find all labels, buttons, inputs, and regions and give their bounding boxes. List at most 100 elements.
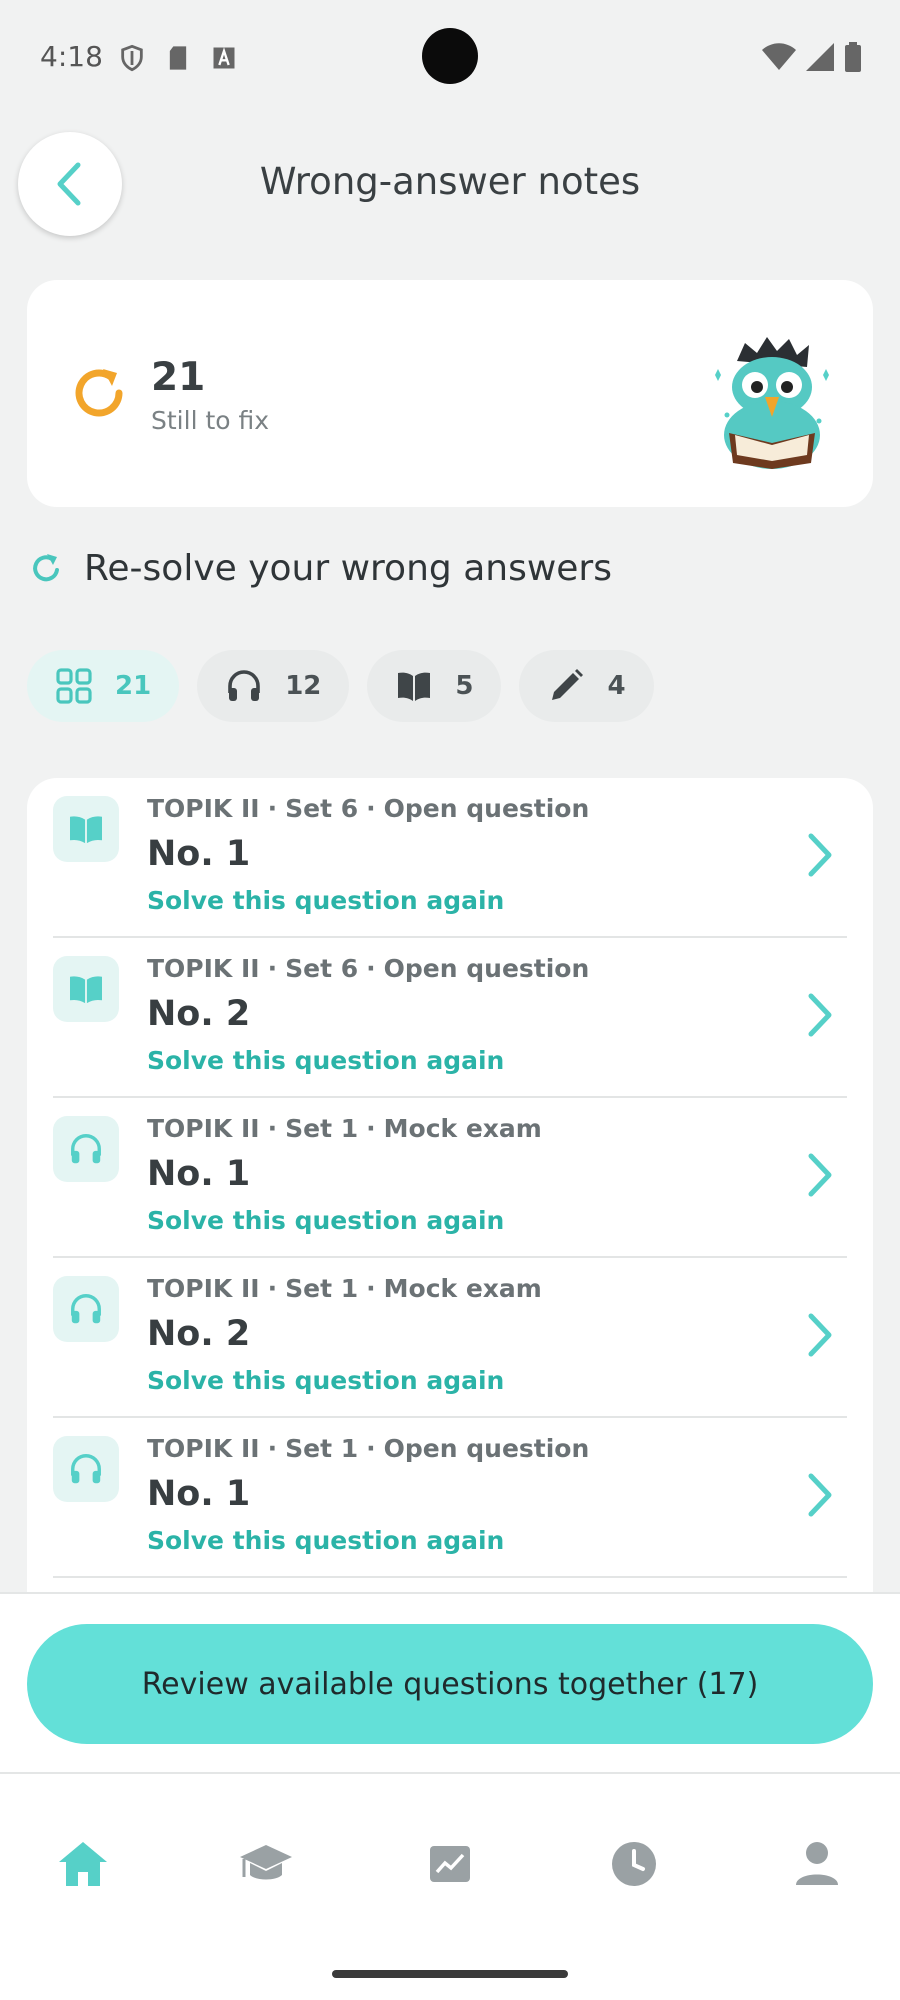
- solve-again-link[interactable]: Solve this question again: [147, 1206, 504, 1235]
- chevron-right-icon: [808, 1473, 832, 1517]
- sd-card-icon: [169, 46, 187, 70]
- exam-name: TOPIK II: [147, 1274, 260, 1303]
- wifi-icon: [762, 43, 796, 70]
- headphones-icon: [71, 1134, 101, 1164]
- question-row[interactable]: TOPIK II · Set 1 · Open question No. 1 Solve…: [53, 1418, 847, 1578]
- chart-icon: [430, 1846, 470, 1882]
- question-type: Open question: [383, 1434, 590, 1463]
- home-icon: [59, 1842, 107, 1886]
- row-icon-box: [53, 1116, 119, 1182]
- meta-separator: ·: [366, 1434, 376, 1463]
- filter-writing-count: 4: [607, 671, 626, 701]
- solve-again-link[interactable]: Solve this question again: [147, 1046, 504, 1075]
- row-icon-box: [53, 956, 119, 1022]
- tab-home[interactable]: [53, 1834, 113, 1894]
- question-meta: TOPIK II · Set 1 · Mock exam: [147, 1274, 542, 1303]
- tab-profile[interactable]: [787, 1834, 847, 1894]
- question-meta: TOPIK II · Set 1 · Open question: [147, 1434, 589, 1463]
- question-row[interactable]: TOPIK II · Set 1 · Mock exam No. 1 Solve thi…: [53, 1098, 847, 1258]
- chevron-right-icon: [808, 1153, 832, 1197]
- meta-separator: ·: [267, 794, 278, 823]
- refresh-icon: [75, 369, 123, 417]
- headphones-icon: [71, 1454, 101, 1484]
- filter-listening-chip[interactable]: 12: [197, 650, 350, 722]
- question-row[interactable]: TOPIK II · Set 1 · Mock exam No. 2 Solve thi…: [53, 1258, 847, 1418]
- set-name: Set 1: [285, 1274, 359, 1303]
- section-heading: Re-solve your wrong answers: [28, 548, 612, 589]
- graduation-cap-icon: [240, 1845, 292, 1880]
- bottom-action-panel: Review available questions together (17): [0, 1592, 900, 1772]
- question-number: No. 1: [147, 834, 251, 874]
- meta-separator: ·: [267, 1434, 278, 1463]
- status-icons-right: [762, 42, 862, 72]
- still-to-fix-count: 21: [151, 355, 206, 400]
- question-row[interactable]: TOPIK II · Set 6 · Open question No. 1 Solve…: [53, 778, 847, 938]
- tab-history[interactable]: [604, 1834, 664, 1894]
- summary-card: 21 Still to fix: [27, 280, 873, 507]
- profile-icon: [796, 1842, 838, 1885]
- row-icon-box: [53, 1436, 119, 1502]
- filter-chips: 21 12 5 4: [27, 650, 654, 722]
- chevron-right-icon: [808, 1313, 832, 1357]
- question-meta: TOPIK II · Set 6 · Open question: [147, 954, 589, 983]
- still-to-fix-label: Still to fix: [151, 406, 270, 435]
- battery-icon: [845, 42, 861, 72]
- filter-all-chip[interactable]: 21: [27, 650, 180, 722]
- refresh-icon: [33, 553, 59, 581]
- shield-icon: [121, 44, 143, 72]
- solve-again-link[interactable]: Solve this question again: [147, 1526, 504, 1555]
- question-row[interactable]: TOPIK II · Set 6 · Open question No. 2 Solve…: [53, 938, 847, 1098]
- meta-separator: ·: [366, 1114, 376, 1143]
- solve-again-link[interactable]: Solve this question again: [147, 1366, 504, 1395]
- headphones-icon: [71, 1294, 101, 1324]
- status-bar: 4:18: [0, 0, 900, 115]
- section-title: Re-solve your wrong answers: [84, 548, 612, 589]
- question-type: Open question: [383, 794, 590, 823]
- question-number: No. 2: [147, 1314, 251, 1354]
- filter-writing-chip[interactable]: 4: [519, 650, 654, 722]
- exam-name: TOPIK II: [147, 1434, 260, 1463]
- bird-mascot-illustration: [715, 337, 829, 469]
- filter-reading-chip[interactable]: 5: [367, 650, 502, 722]
- signal-icon: [806, 43, 834, 71]
- meta-separator: ·: [267, 954, 278, 983]
- review-together-button[interactable]: Review available questions together (17): [27, 1624, 873, 1744]
- font-icon: [213, 47, 235, 69]
- filter-reading-count: 5: [455, 671, 474, 701]
- page-title: Wrong-answer notes: [259, 160, 641, 203]
- home-indicator: [332, 1970, 568, 1978]
- filter-all-count: 21: [115, 671, 152, 701]
- row-icon-box: [53, 796, 119, 862]
- question-type: Open question: [383, 954, 590, 983]
- meta-separator: ·: [366, 954, 376, 983]
- tab-stats[interactable]: [420, 1834, 480, 1894]
- question-meta: TOPIK II · Set 6 · Open question: [147, 794, 589, 823]
- clock-icon: [612, 1842, 656, 1886]
- pencil-icon: [552, 669, 584, 700]
- solve-again-link[interactable]: Solve this question again: [147, 886, 504, 915]
- meta-separator: ·: [366, 794, 376, 823]
- question-number: No. 2: [147, 994, 251, 1034]
- status-icons-left: [118, 44, 238, 72]
- bottom-tab-bar: [0, 1772, 900, 2000]
- meta-separator: ·: [267, 1114, 278, 1143]
- question-type: Mock exam: [383, 1114, 542, 1143]
- set-name: Set 1: [285, 1434, 359, 1463]
- set-name: Set 6: [285, 794, 359, 823]
- book-icon: [70, 976, 102, 1004]
- set-name: Set 6: [285, 954, 359, 983]
- book-icon: [398, 672, 431, 701]
- filter-listening-count: 12: [285, 671, 322, 701]
- exam-name: TOPIK II: [147, 954, 260, 983]
- book-icon: [70, 816, 102, 844]
- chevron-right-icon: [808, 993, 832, 1037]
- tab-learn[interactable]: [236, 1834, 296, 1894]
- camera-cutout: [422, 28, 478, 84]
- chevron-right-icon: [808, 833, 832, 877]
- exam-name: TOPIK II: [147, 1114, 260, 1143]
- row-icon-box: [53, 1276, 119, 1342]
- question-number: No. 1: [147, 1474, 251, 1514]
- exam-name: TOPIK II: [147, 794, 260, 823]
- question-meta: TOPIK II · Set 1 · Mock exam: [147, 1114, 542, 1143]
- meta-separator: ·: [366, 1274, 376, 1303]
